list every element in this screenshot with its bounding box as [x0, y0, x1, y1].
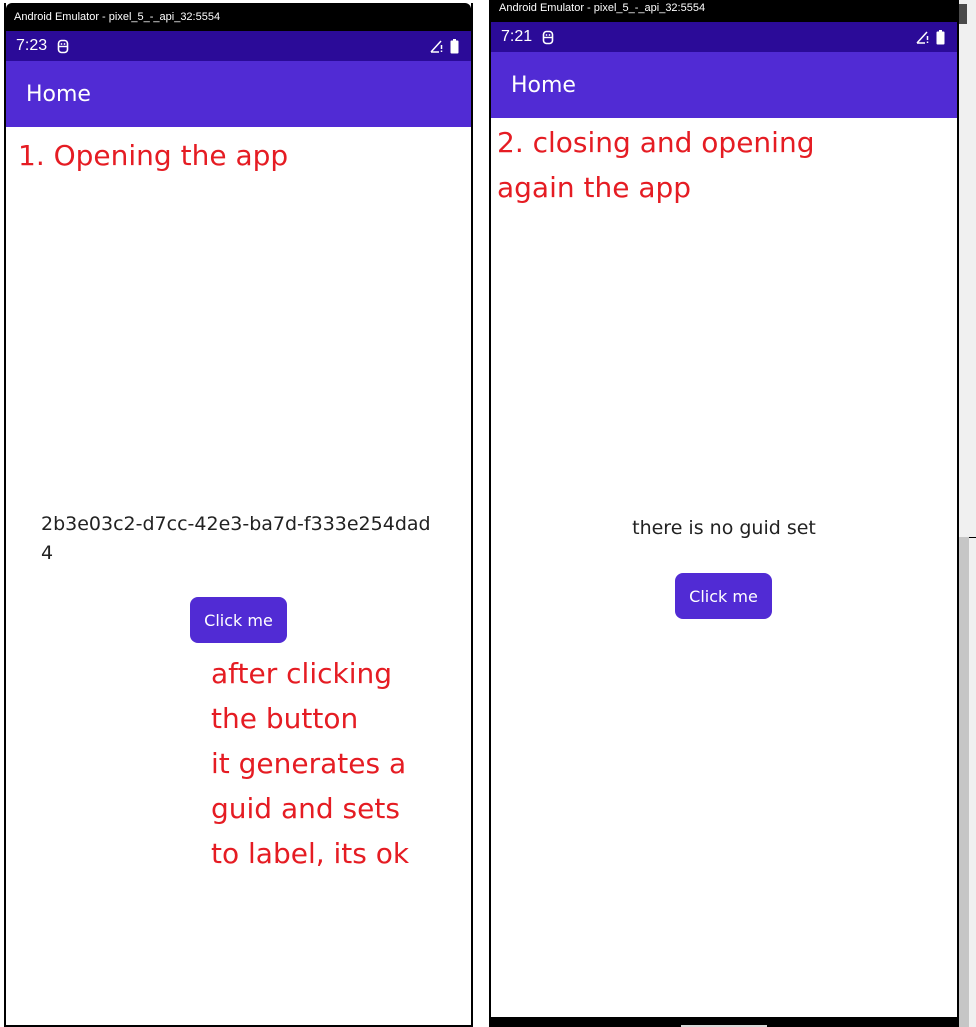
- click-me-button[interactable]: Click me: [675, 573, 772, 619]
- annotation-note: after clicking the button it generates a…: [211, 651, 409, 876]
- android-status-bar: 7:21: [491, 22, 957, 52]
- scrollbar-top-block: [959, 4, 967, 24]
- sim-card-icon: [57, 39, 69, 54]
- annotation-title: 1. Opening the app: [18, 139, 289, 172]
- guid-label: there is no guid set: [632, 517, 816, 539]
- signal-no-data-icon: [916, 30, 930, 44]
- annotation-note-line: to label, its ok: [211, 837, 410, 870]
- status-time: 7:23: [16, 37, 48, 54]
- annotation-note-line: after clicking: [211, 657, 393, 690]
- status-time: 7:21: [501, 28, 533, 45]
- page-title: Home: [26, 81, 91, 107]
- app-bar: Home: [491, 52, 957, 118]
- emulator-title-bar: Android Emulator - pixel_5_-_api_32:5554: [6, 3, 471, 31]
- app-bar: Home: [6, 61, 471, 127]
- emulator-window-1: Android Emulator - pixel_5_-_api_32:5554…: [4, 3, 473, 1027]
- annotation-title-line: again the app: [497, 171, 692, 204]
- guid-label-line: 2b3e03c2-d7cc-42e3-ba7d-f333e254dad: [41, 513, 431, 535]
- guid-label: 2b3e03c2-d7cc-42e3-ba7d-f333e254dad 4: [41, 510, 431, 568]
- battery-full-icon: [450, 38, 459, 54]
- android-navigation-bar: [491, 1017, 957, 1027]
- annotation-title: 2. closing and opening again the app: [497, 120, 814, 210]
- host-scrollbar[interactable]: [959, 0, 976, 1027]
- click-me-button[interactable]: Click me: [190, 597, 287, 643]
- scrollbar-thumb[interactable]: [959, 537, 969, 1027]
- signal-no-data-icon: [430, 39, 444, 53]
- annotation-note-line: it generates a: [211, 747, 407, 780]
- annotation-note-line: guid and sets: [211, 792, 400, 825]
- page-title: Home: [511, 72, 576, 98]
- sim-card-icon: [542, 30, 554, 45]
- battery-full-icon: [936, 29, 945, 45]
- annotation-note-line: the button: [211, 702, 359, 735]
- emulator-window-2: Android Emulator - pixel_5_-_api_32:5554…: [489, 0, 959, 1027]
- emulator-title-bar: Android Emulator - pixel_5_-_api_32:5554: [491, 0, 957, 22]
- guid-label-line: 4: [41, 542, 54, 564]
- annotation-title-line: 2. closing and opening: [497, 126, 815, 159]
- android-status-bar: 7:23: [6, 31, 471, 61]
